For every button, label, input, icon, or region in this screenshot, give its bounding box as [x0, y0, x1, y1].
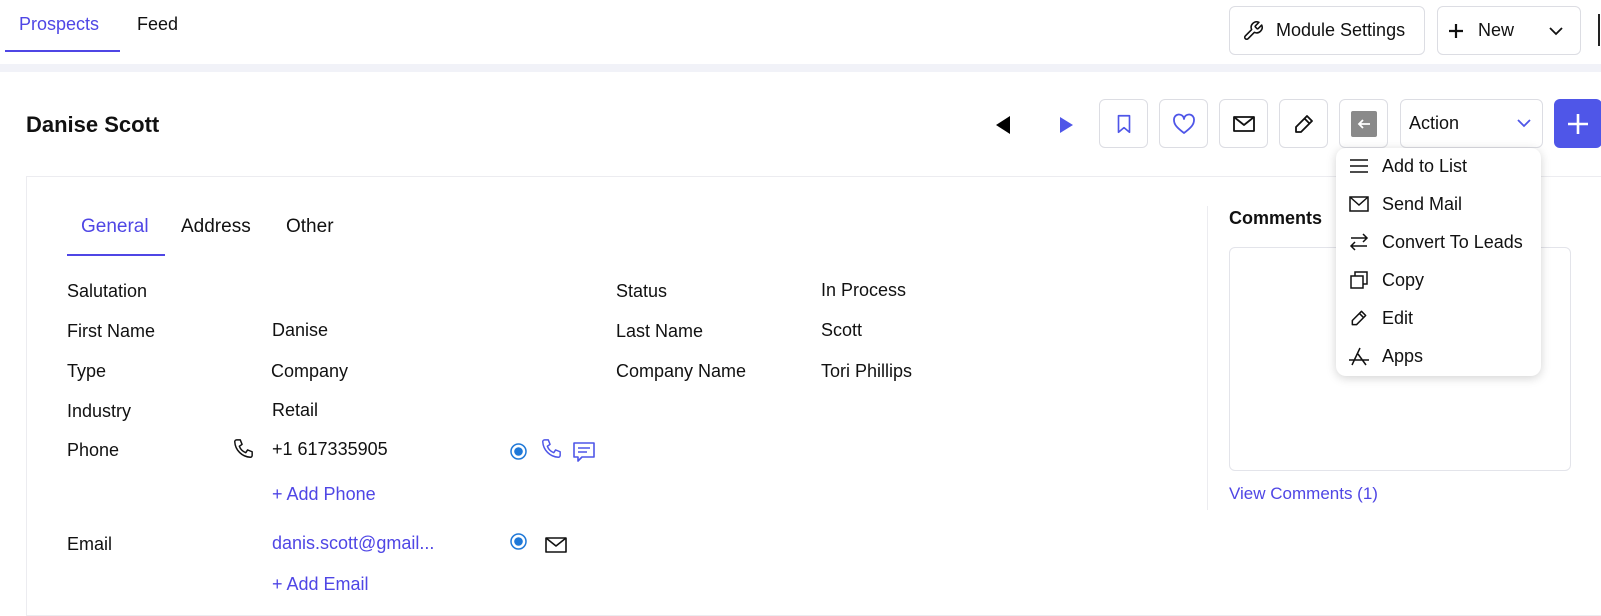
primary-email-radio[interactable]	[510, 533, 527, 555]
new-label: New	[1478, 20, 1515, 40]
plus-icon	[1567, 113, 1589, 135]
type-label: Type	[67, 361, 107, 381]
tab-other-label: Other	[286, 216, 334, 237]
action-select-label: Action	[1409, 113, 1460, 133]
industry-label: Industry	[67, 401, 132, 421]
chevron-down-icon	[1516, 118, 1532, 128]
email-button[interactable]	[1219, 99, 1268, 148]
first-name-label: First Name	[67, 321, 156, 341]
tab-address-label: Address	[181, 216, 251, 237]
chevron-down-icon[interactable]	[1548, 26, 1564, 36]
email-label: Email	[67, 534, 113, 554]
apps-icon	[1348, 345, 1370, 367]
copy-icon	[1348, 269, 1370, 291]
add-email-link[interactable]: + Add Email	[272, 574, 369, 595]
menu-item-label: Edit	[1382, 307, 1414, 328]
tab-general[interactable]: General	[67, 216, 165, 256]
tab-feed[interactable]: Feed	[123, 14, 192, 52]
comments-title: Comments	[1229, 208, 1323, 228]
mail-icon	[1348, 193, 1370, 215]
tab-other[interactable]: Other	[272, 216, 348, 256]
mail-icon	[1232, 114, 1256, 134]
tab-address[interactable]: Address	[167, 216, 265, 256]
phone-label: Phone	[67, 440, 120, 460]
convert-icon	[1348, 231, 1370, 253]
module-settings-label: Module Settings	[1276, 20, 1406, 40]
add-record-button[interactable]	[1554, 99, 1601, 148]
last-name-value: Scott	[821, 320, 863, 340]
menu-item-label: Copy	[1382, 269, 1425, 290]
action-select[interactable]: Action	[1400, 99, 1543, 148]
wrench-icon	[1242, 20, 1264, 42]
new-button[interactable]: New	[1437, 6, 1581, 55]
call-icon[interactable]	[540, 438, 562, 465]
tab-general-label: General	[81, 216, 149, 237]
menu-item-add-to-list[interactable]: Add to List	[1336, 148, 1541, 184]
industry-value: Retail	[272, 400, 319, 420]
heart-icon	[1172, 113, 1196, 135]
previous-record-icon[interactable]	[993, 114, 1013, 136]
sms-icon[interactable]	[572, 441, 596, 468]
company-name-label: Company Name	[616, 361, 747, 381]
next-record-icon[interactable]	[1057, 114, 1077, 136]
email-value[interactable]: danis.scott@gmail...	[272, 533, 434, 554]
last-name-label: Last Name	[616, 321, 704, 341]
pencil-icon	[1348, 307, 1370, 329]
column-divider	[1207, 206, 1208, 510]
menu-item-label: Send Mail	[1382, 193, 1463, 214]
menu-item-label: Add to List	[1382, 155, 1468, 176]
view-comments-link[interactable]: View Comments (1)	[1229, 484, 1378, 504]
menu-item-edit[interactable]: Edit	[1336, 300, 1541, 336]
phone-value: +1 617335905	[272, 439, 388, 459]
tab-prospects[interactable]: Prospects	[5, 14, 120, 52]
status-label: Status	[616, 281, 668, 301]
tab-feed-label: Feed	[137, 14, 179, 34]
page-title: Danise Scott	[26, 112, 160, 137]
plus-icon	[1448, 23, 1464, 39]
favorite-button[interactable]	[1159, 99, 1208, 148]
toolbar-edge-divider	[1598, 14, 1600, 46]
pencil-icon	[1292, 112, 1316, 136]
menu-item-send-mail[interactable]: Send Mail	[1336, 186, 1541, 222]
menu-item-label: Apps	[1382, 345, 1424, 366]
salutation-label: Salutation	[67, 281, 148, 301]
send-email-icon[interactable]	[544, 536, 568, 559]
status-value: In Process	[821, 280, 907, 300]
top-bar-divider	[0, 64, 1601, 72]
menu-item-apps[interactable]: Apps	[1336, 338, 1541, 374]
bookmark-button[interactable]	[1099, 99, 1148, 148]
bookmark-icon	[1113, 113, 1135, 135]
menu-item-convert-to-leads[interactable]: Convert To Leads	[1336, 224, 1541, 260]
type-value: Company	[271, 361, 349, 381]
menu-item-label: Convert To Leads	[1382, 231, 1523, 252]
list-icon	[1348, 155, 1370, 177]
arrow-left-box-icon	[1350, 110, 1377, 137]
menu-item-copy[interactable]: Copy	[1336, 262, 1541, 298]
primary-phone-radio[interactable]	[510, 443, 527, 465]
top-bar: Prospects Feed Module Settings New	[0, 0, 1601, 64]
edit-button[interactable]	[1279, 99, 1328, 148]
phone-icon	[232, 438, 254, 465]
tab-prospects-label: Prospects	[19, 14, 100, 34]
add-phone-link[interactable]: + Add Phone	[272, 484, 376, 505]
first-name-value: Danise	[272, 320, 329, 340]
company-name-value: Tori Phillips	[821, 361, 913, 381]
action-menu: Add to List Send Mail Convert To Leads C…	[1336, 148, 1541, 376]
back-button[interactable]	[1339, 99, 1388, 148]
module-settings-button[interactable]: Module Settings	[1229, 6, 1425, 55]
